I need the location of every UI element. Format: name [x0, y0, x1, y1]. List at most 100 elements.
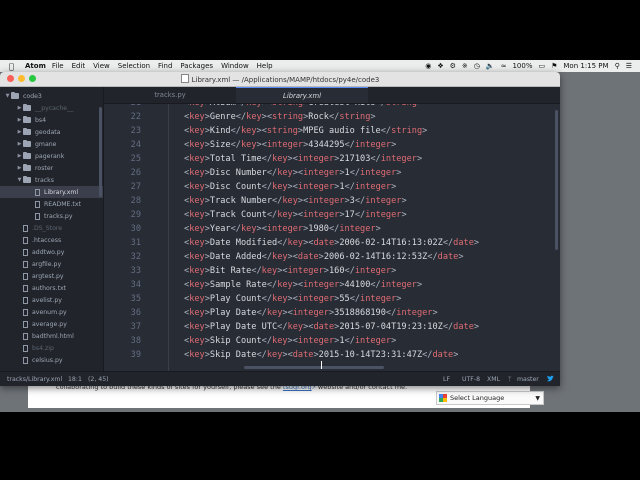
- chevron-right-icon[interactable]: ▶: [16, 117, 23, 123]
- xml-tag-name: integer: [303, 168, 340, 178]
- chevron-right-icon[interactable]: ▶: [16, 165, 23, 171]
- chevron-right-icon[interactable]: ▶: [16, 153, 23, 159]
- menu-file[interactable]: File: [52, 62, 64, 70]
- tree-file[interactable]: celsius.py: [0, 354, 103, 366]
- tree-folder[interactable]: ▶ gmane: [0, 138, 103, 150]
- list-icon[interactable]: ☰: [626, 62, 632, 70]
- status-line-ending[interactable]: LF: [443, 376, 450, 383]
- language-select[interactable]: Select Language ▼: [436, 391, 544, 405]
- status-encoding[interactable]: UTF-8: [462, 376, 480, 383]
- wifi-icon[interactable]: ≈: [501, 62, 507, 70]
- text-editor[interactable]: 21 22 23 24 25 26 27 28 29 30 31 32 33 34 35 36 37 38 39 <…: [104, 104, 560, 371]
- code-line[interactable]: <key>Bit Rate</key><integer>160</integer…: [184, 266, 396, 276]
- tree-file[interactable]: Library.xml: [0, 186, 103, 198]
- tab-tracks-py[interactable]: tracks.py: [104, 87, 236, 103]
- horizontal-scrollbar[interactable]: [244, 366, 384, 369]
- tab-library-xml[interactable]: Library.xml: [236, 87, 368, 103]
- chevron-right-icon[interactable]: ▶: [16, 105, 23, 111]
- tree-file[interactable]: argfile.py: [0, 258, 103, 270]
- title-bar[interactable]: Library.xml — /Applications/MAMP/htdocs/…: [0, 72, 560, 87]
- tree-file[interactable]: .DS_Store: [0, 222, 103, 234]
- tree-view: ▼ code3 ▶ __pycache__ ▶ bs4 ▶ geodata ▶ gmane ▶ pag…: [0, 87, 104, 371]
- xml-punctuation: >: [416, 280, 423, 290]
- code-line[interactable]: <key>Size</key><integer>4344295</integer…: [184, 140, 396, 150]
- status-cursor-position[interactable]: 18:1: [68, 376, 82, 383]
- menu-edit[interactable]: Edit: [72, 62, 86, 70]
- menu-app-name[interactable]: Atom: [25, 62, 46, 70]
- code-line[interactable]: <key>Skip Count</key><integer>1</integer…: [184, 336, 396, 346]
- search-icon[interactable]: ⚲: [615, 62, 620, 70]
- chevron-right-icon[interactable]: ▶: [16, 129, 23, 135]
- flag-icon[interactable]: ⚑: [551, 62, 557, 70]
- tree-file[interactable]: addtwo.py: [0, 246, 103, 258]
- xml-tag-name: key: [189, 210, 205, 220]
- tree-file[interactable]: bs4.zip: [0, 342, 103, 354]
- tree-folder[interactable]: ▶ geodata: [0, 126, 103, 138]
- battery-icon[interactable]: ▭: [538, 62, 545, 70]
- code-line[interactable]: <key>Disc Count</key><integer>1</integer…: [184, 182, 396, 192]
- time-machine-icon[interactable]: ◷: [474, 62, 480, 70]
- settings-icon[interactable]: ⚙: [450, 62, 456, 70]
- menu-find[interactable]: Find: [158, 62, 172, 70]
- xml-tag-name: string: [272, 112, 304, 122]
- menu-selection[interactable]: Selection: [118, 62, 150, 70]
- clock[interactable]: Mon 1:15 PM: [563, 62, 608, 70]
- code-line[interactable]: <key>Play Count</key><integer>55</intege…: [184, 294, 401, 304]
- tree-folder[interactable]: ▶ __pycache__: [0, 102, 103, 114]
- line-number-gutter[interactable]: 21 22 23 24 25 26 27 28 29 30 31 32 33 34 35 36 37 38 39: [104, 104, 141, 371]
- code-line[interactable]: <key>Sample Rate</key><integer>44100</in…: [184, 280, 422, 290]
- tree-folder[interactable]: ▼ tracks: [0, 174, 103, 186]
- code-line[interactable]: <key>Disc Number</key><integer>1</intege…: [184, 168, 401, 178]
- tree-file[interactable]: avelist.py: [0, 294, 103, 306]
- code-line[interactable]: <key>Skip Date</key><date>2015-10-14T23:…: [184, 350, 458, 360]
- tree-folder[interactable]: ▶ roster: [0, 162, 103, 174]
- code-line[interactable]: <key>Genre</key><string>Rock</string>: [184, 112, 376, 122]
- xml-key-text: Date Modified: [209, 238, 278, 248]
- xml-tag-name: integer: [365, 196, 402, 206]
- menu-help[interactable]: Help: [257, 62, 273, 70]
- apple-icon[interactable]: : [9, 62, 19, 71]
- twitter-icon[interactable]: [546, 375, 554, 383]
- bluetooth-icon[interactable]: ※: [462, 62, 468, 70]
- chevron-right-icon[interactable]: ▶: [16, 141, 23, 147]
- tree-file[interactable]: tracks.py: [0, 210, 103, 222]
- code-line[interactable]: <key>Kind</key><string>MPEG audio file</…: [184, 126, 427, 136]
- code-line[interactable]: <key>Date Modified</key><date>2006-02-14…: [184, 238, 479, 248]
- code-line[interactable]: <key>Date Added</key><date>2006-02-14T16…: [184, 252, 464, 262]
- menu-window[interactable]: Window: [221, 62, 249, 70]
- chevron-down-icon[interactable]: ▼: [4, 93, 11, 99]
- status-git-branch[interactable]: master: [517, 376, 539, 383]
- record-icon[interactable]: ◉: [425, 62, 431, 70]
- tree-file[interactable]: argtest.py: [0, 270, 103, 282]
- menu-view[interactable]: View: [93, 62, 110, 70]
- vertical-scrollbar[interactable]: [555, 110, 558, 250]
- code-line[interactable]: <key>Track Number</key><integer>3</integ…: [184, 196, 407, 206]
- tree-scrollbar[interactable]: [99, 107, 102, 197]
- code-line[interactable]: <key>Play Date</key><integer>3518868190<…: [184, 308, 438, 318]
- tree-file[interactable]: README.txt: [0, 198, 103, 210]
- code-line[interactable]: <key>Year</key><integer>1980</integer>: [184, 224, 381, 234]
- tree-file[interactable]: average.py: [0, 318, 103, 330]
- code-line[interactable]: <key>Album</key><string>Greatest Hits</s…: [184, 104, 422, 108]
- menu-packages[interactable]: Packages: [180, 62, 213, 70]
- tree-file[interactable]: badthml.html: [0, 330, 103, 342]
- xml-tag-name: key: [246, 112, 262, 122]
- tree-file[interactable]: avenum.py: [0, 306, 103, 318]
- tree-folder[interactable]: ▶ bs4: [0, 114, 103, 126]
- file-icon: [23, 224, 28, 232]
- code-line[interactable]: <key>Track Count</key><integer>17</integ…: [184, 210, 407, 220]
- tree-file[interactable]: authors.txt: [0, 282, 103, 294]
- tree-file[interactable]: .htaccess: [0, 234, 103, 246]
- xml-key-text: Track Number: [209, 196, 272, 206]
- xml-tag-name: key: [287, 322, 304, 332]
- tree-folder[interactable]: ▼ code3: [0, 90, 103, 102]
- dropbox-icon[interactable]: ❖: [437, 62, 443, 70]
- tree-folder[interactable]: ▶ pagerank: [0, 150, 103, 162]
- status-file-path[interactable]: tracks/Library.xml: [7, 376, 62, 383]
- code-line[interactable]: <key>Total Time</key><integer>217103</in…: [184, 154, 422, 164]
- xml-punctuation: </: [266, 168, 278, 178]
- code-line[interactable]: <key>Play Date UTC</key><date>2015-07-04…: [184, 322, 479, 332]
- status-grammar[interactable]: XML: [487, 376, 500, 383]
- volume-icon[interactable]: 🔈: [486, 62, 495, 70]
- chevron-down-icon[interactable]: ▼: [16, 177, 23, 183]
